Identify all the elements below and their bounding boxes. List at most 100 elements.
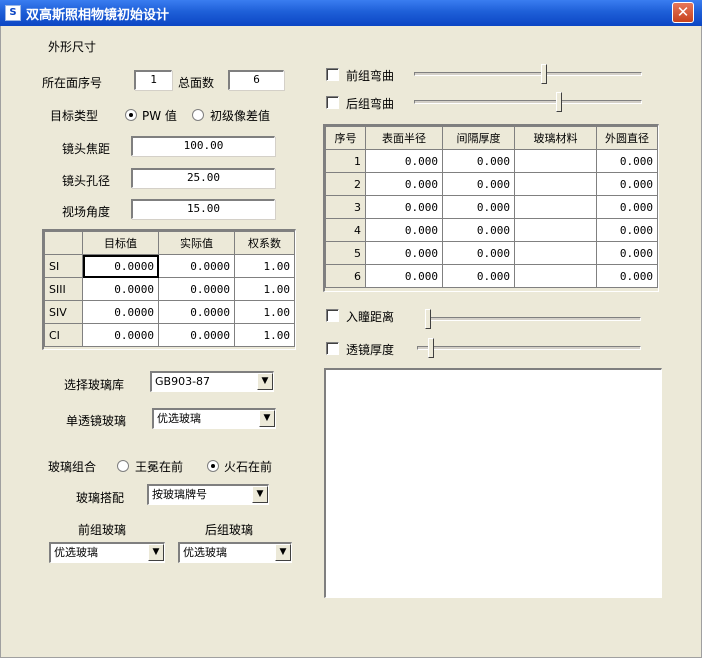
row-number: 2	[325, 172, 366, 196]
aperture-label: 镜头孔径	[62, 174, 111, 188]
diameter-cell[interactable]: 0.000	[596, 195, 658, 219]
table-row: SIII 0.0000 0.0000 1.00	[44, 277, 295, 301]
radio-flint-first[interactable]	[207, 460, 219, 472]
pupil-distance-checkbox[interactable]	[326, 309, 339, 322]
chevron-down-icon[interactable]: ▼	[148, 544, 164, 561]
rear-bend-checkbox[interactable]	[326, 96, 339, 109]
close-button[interactable]: ✕	[672, 2, 694, 23]
thickness-cell[interactable]: 0.000	[442, 195, 515, 219]
glass-match-dropdown[interactable]: 按玻璃牌号 ▼	[147, 484, 269, 505]
actual-cell[interactable]: 0.0000	[158, 254, 235, 278]
title-bar: S 双高斯照相物镜初始设计 ✕	[0, 0, 702, 26]
actual-cell[interactable]: 0.0000	[158, 323, 235, 347]
pupil-distance-slider-thumb[interactable]	[425, 309, 431, 329]
row-header: SI	[44, 254, 83, 278]
radius-cell[interactable]: 0.000	[365, 195, 443, 219]
target-cell[interactable]: 0.0000	[82, 277, 159, 301]
rear-bend-label: 后组弯曲	[346, 97, 395, 111]
glass-cell[interactable]	[514, 172, 597, 196]
chevron-down-icon[interactable]: ▼	[259, 410, 275, 427]
radius-cell[interactable]: 0.000	[365, 241, 443, 265]
thickness-cell[interactable]: 0.000	[442, 264, 515, 288]
column-header: 序号	[325, 126, 366, 150]
focal-length-label: 镜头焦距	[62, 142, 111, 156]
row-number: 4	[325, 218, 366, 242]
weight-cell[interactable]: 1.00	[234, 277, 295, 301]
actual-cell[interactable]: 0.0000	[158, 300, 235, 324]
thickness-cell[interactable]: 0.000	[442, 218, 515, 242]
diameter-cell[interactable]: 0.000	[596, 172, 658, 196]
diameter-cell[interactable]: 0.000	[596, 241, 658, 265]
surface-table: 序号 表面半径 间隔厚度 玻璃材料 外圆直径 1 0.000 0.000 0.0…	[325, 126, 658, 288]
radius-cell[interactable]: 0.000	[365, 218, 443, 242]
column-header: 外圆直径	[596, 126, 658, 150]
rear-bend-slider-thumb[interactable]	[556, 92, 563, 112]
front-bend-slider-track[interactable]	[414, 72, 642, 76]
diameter-cell[interactable]: 0.000	[596, 264, 658, 288]
radio-primary-aberration-label: 初级像差值	[210, 109, 271, 123]
radius-cell[interactable]: 0.000	[365, 172, 443, 196]
radius-cell[interactable]: 0.000	[365, 264, 443, 288]
glass-cell[interactable]	[514, 218, 597, 242]
rear-bend-slider-track[interactable]	[414, 100, 642, 104]
column-header: 玻璃材料	[514, 126, 597, 150]
front-bend-slider-thumb[interactable]	[540, 64, 547, 84]
row-number: 5	[325, 241, 366, 265]
row-number: 3	[325, 195, 366, 219]
glass-library-dropdown[interactable]: GB903-87 ▼	[150, 371, 274, 392]
column-header: 实际值	[158, 231, 235, 255]
current-surface-input[interactable]: 1	[134, 70, 172, 90]
weight-cell[interactable]: 1.00	[234, 300, 295, 324]
chevron-down-icon[interactable]: ▼	[257, 373, 273, 390]
table-row: CI 0.0000 0.0000 1.00	[44, 323, 295, 347]
thickness-cell[interactable]: 0.000	[442, 172, 515, 196]
target-cell[interactable]: 0.0000	[82, 300, 159, 324]
table-header-row: 序号 表面半径 间隔厚度 玻璃材料 外圆直径	[325, 126, 658, 150]
field-angle-input[interactable]: 15.00	[131, 199, 275, 219]
radio-crown-first[interactable]	[117, 460, 129, 472]
rear-glass-label: 后组玻璃	[205, 523, 254, 537]
column-header: 间隔厚度	[442, 126, 515, 150]
chevron-down-icon[interactable]: ▼	[275, 544, 291, 561]
thickness-cell[interactable]: 0.000	[442, 241, 515, 265]
glass-cell[interactable]	[514, 195, 597, 219]
radio-pw-value[interactable]	[125, 109, 137, 121]
glass-cell[interactable]	[514, 241, 597, 265]
front-glass-dropdown[interactable]: 优选玻璃 ▼	[49, 542, 165, 563]
lens-thickness-slider-thumb[interactable]	[427, 338, 434, 358]
row-header: CI	[44, 323, 83, 347]
lens-thickness-slider-track[interactable]	[417, 346, 641, 350]
total-surfaces-label: 总面数	[178, 76, 215, 90]
aberration-table: 目标值 实际值 权系数 SI 0.0000 0.0000 1.00 SIII 0…	[44, 231, 295, 347]
table-row: 2 0.000 0.000 0.000	[325, 172, 658, 196]
thickness-cell[interactable]: 0.000	[442, 149, 515, 173]
lens-thickness-checkbox[interactable]	[326, 342, 339, 355]
chevron-down-icon[interactable]: ▼	[252, 486, 268, 503]
front-bend-label: 前组弯曲	[346, 69, 395, 83]
diameter-cell[interactable]: 0.000	[596, 218, 658, 242]
focal-length-input[interactable]: 100.00	[131, 136, 275, 156]
radio-crown-first-label: 王冕在前	[135, 460, 184, 474]
glass-match-label: 玻璃搭配	[76, 491, 125, 505]
single-glass-label: 单透镜玻璃	[66, 414, 127, 428]
radio-primary-aberration[interactable]	[192, 109, 204, 121]
radius-cell[interactable]: 0.000	[365, 149, 443, 173]
weight-cell[interactable]: 1.00	[234, 254, 295, 278]
glass-cell[interactable]	[514, 264, 597, 288]
target-type-label: 目标类型	[50, 109, 99, 123]
output-text-area[interactable]	[324, 368, 662, 598]
glass-cell[interactable]	[514, 149, 597, 173]
rear-glass-dropdown[interactable]: 优选玻璃 ▼	[178, 542, 292, 563]
front-bend-checkbox[interactable]	[326, 68, 339, 81]
target-cell[interactable]: 0.0000	[82, 323, 159, 347]
target-cell[interactable]: 0.0000	[82, 254, 159, 278]
actual-cell[interactable]: 0.0000	[158, 277, 235, 301]
weight-cell[interactable]: 1.00	[234, 323, 295, 347]
aperture-input[interactable]: 25.00	[131, 168, 275, 188]
radio-flint-first-label: 火石在前	[224, 460, 273, 474]
pupil-distance-slider-track[interactable]	[425, 317, 641, 321]
diameter-cell[interactable]: 0.000	[596, 149, 658, 173]
column-header: 表面半径	[365, 126, 443, 150]
total-surfaces-input[interactable]: 6	[228, 70, 284, 90]
single-glass-dropdown[interactable]: 优选玻璃 ▼	[152, 408, 276, 429]
